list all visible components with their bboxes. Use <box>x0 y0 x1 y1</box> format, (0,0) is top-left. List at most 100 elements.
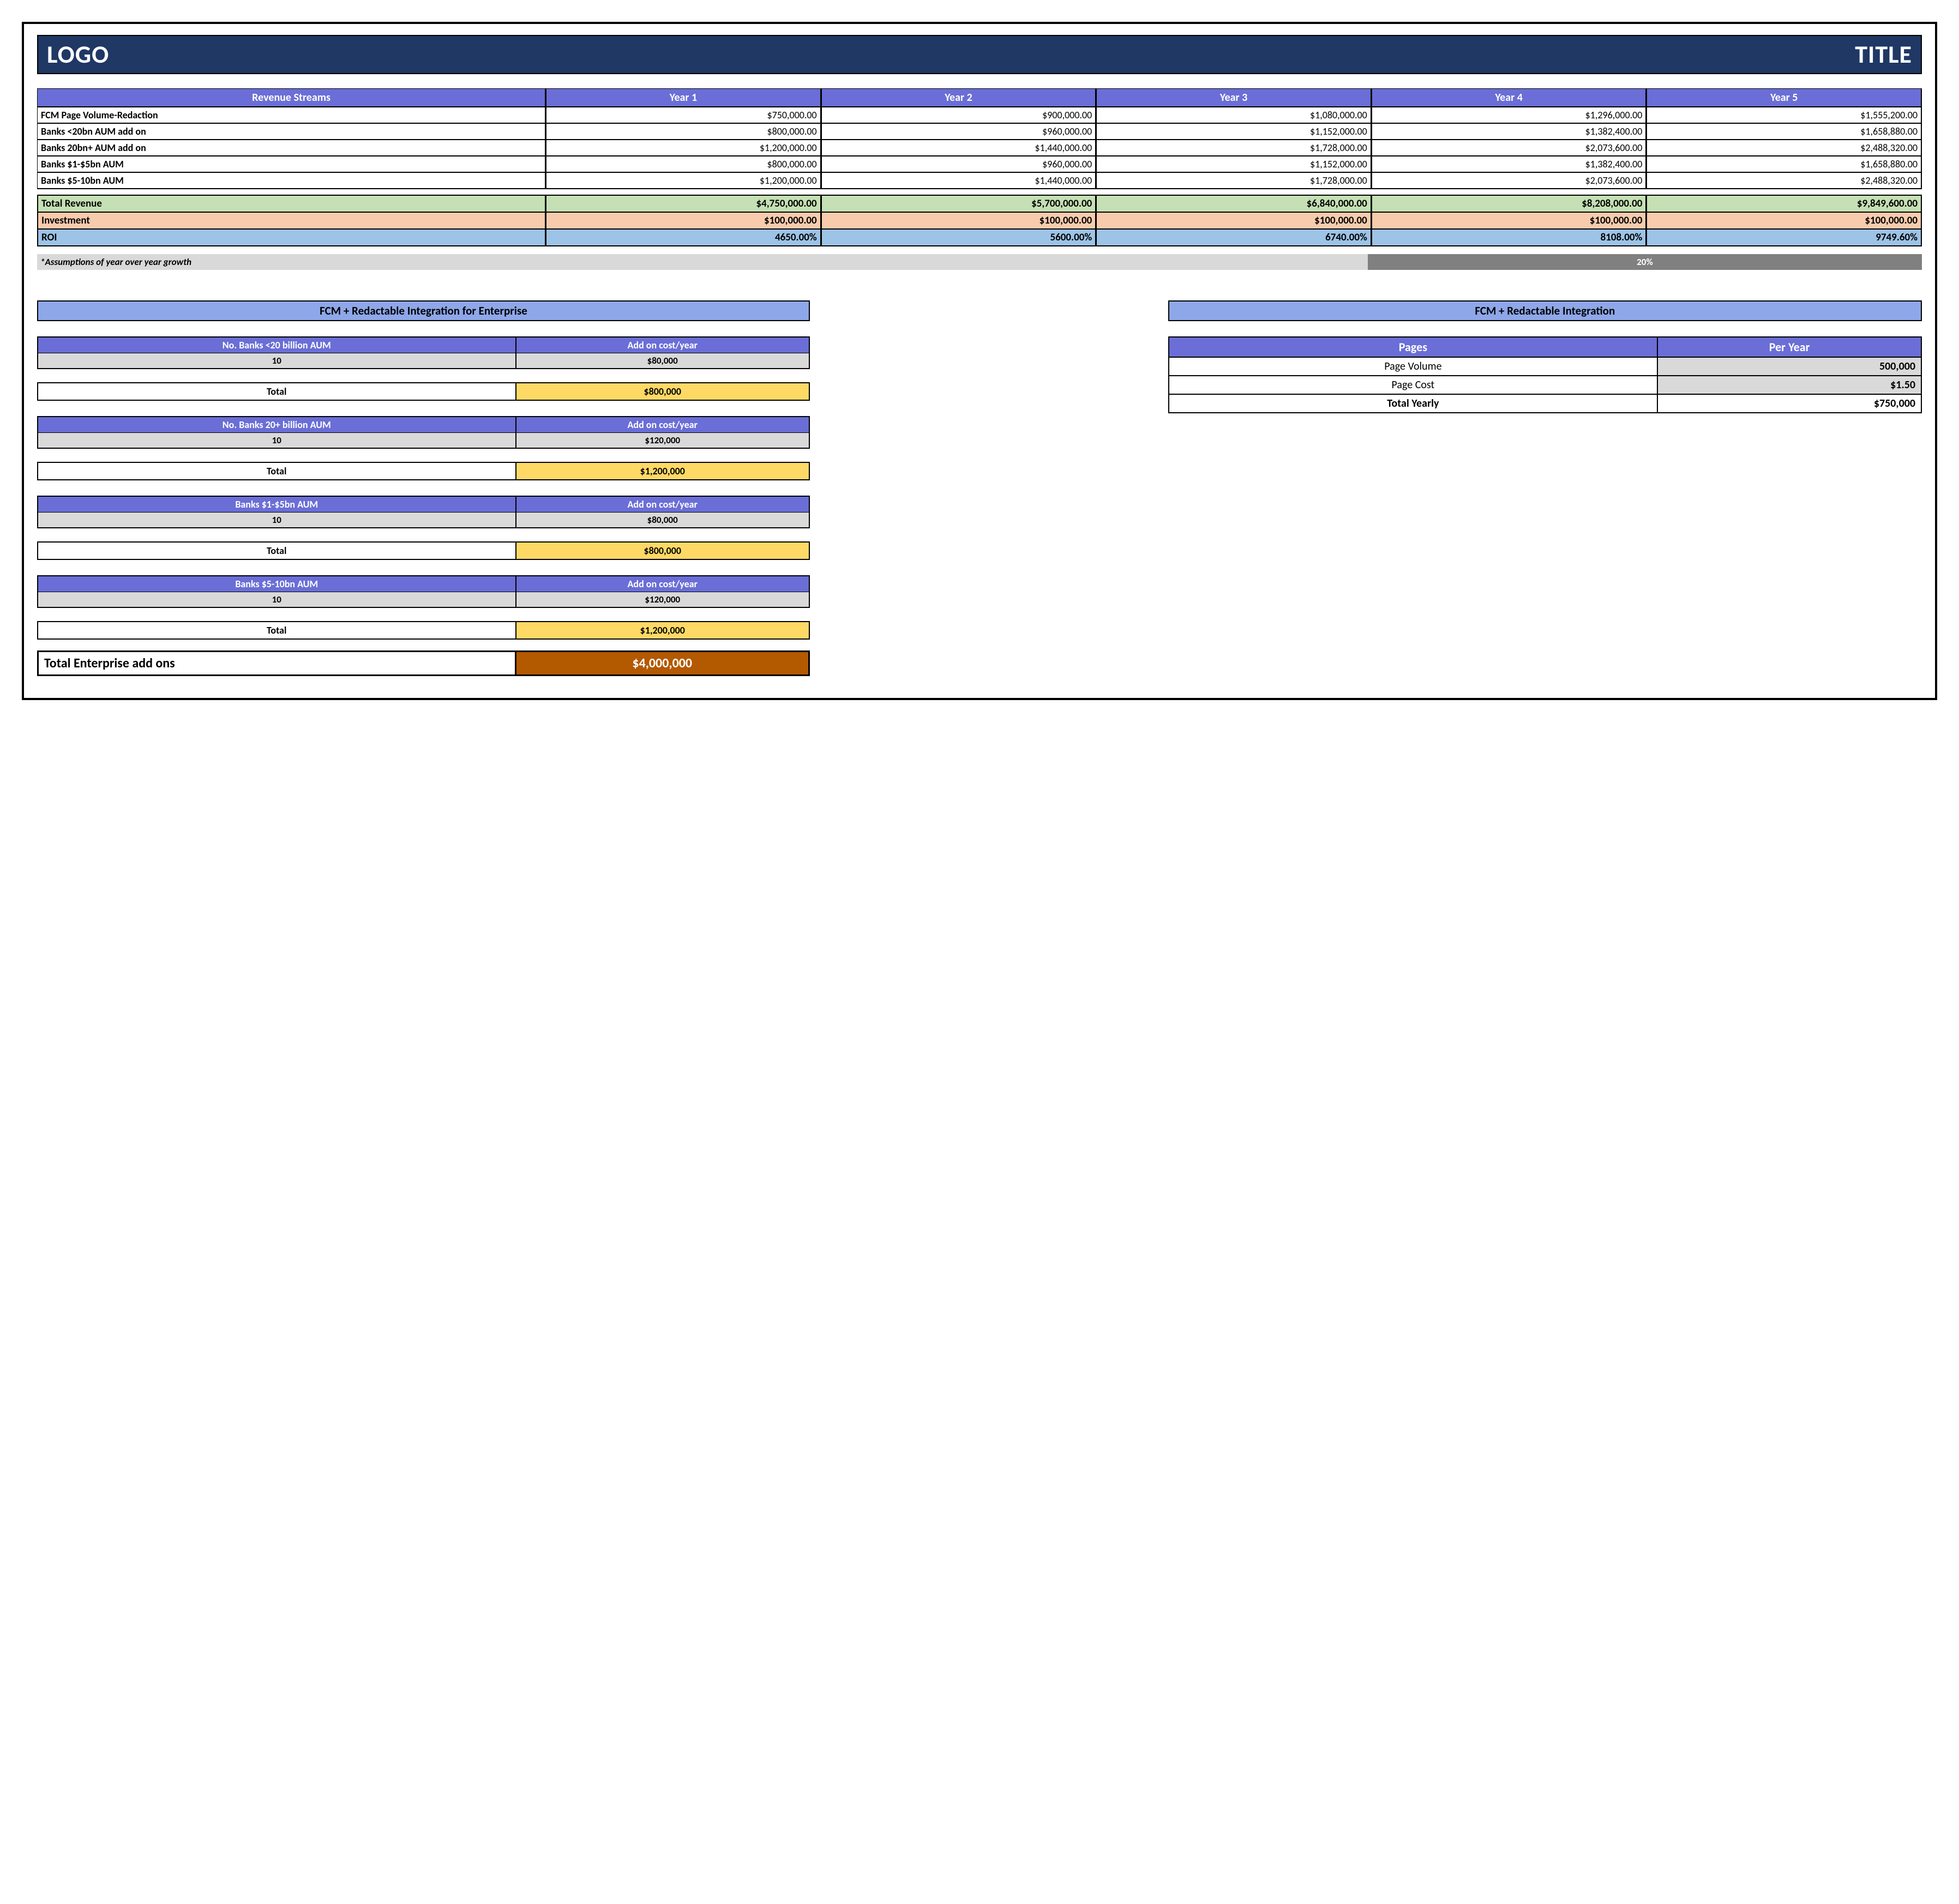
revenue-cell: $800,000.00 <box>546 123 821 140</box>
enterprise-grand-label: Total Enterprise add ons <box>37 650 516 676</box>
header-bar: LOGO TITLE <box>37 35 1922 74</box>
revenue-row-label: Banks $5-10bn AUM <box>37 172 546 189</box>
roi-y4: 8108.00% <box>1372 228 1647 246</box>
total-revenue-row: Total Revenue $4,750,000.00 $5,700,000.0… <box>37 195 1922 212</box>
revenue-row: Banks 20bn+ AUM add on$1,200,000.00$1,44… <box>37 140 1922 156</box>
page-cost-label: Page Cost <box>1168 376 1658 395</box>
revenue-row-label: Banks <20bn AUM add on <box>37 123 546 140</box>
revenue-cell: $1,555,200.00 <box>1646 107 1922 123</box>
roi-row: ROI 4650.00% 5600.00% 6740.00% 8108.00% … <box>37 228 1922 246</box>
enterprise-group: Banks $5-10bn AUMAdd on cost/year10$120,… <box>37 575 810 640</box>
enterprise-group-head1: Banks $5-10bn AUM <box>37 575 516 592</box>
enterprise-group-count: 10 <box>37 513 516 528</box>
roi-y2: 5600.00% <box>821 228 1097 246</box>
enterprise-group: Banks $1-$5bn AUMAdd on cost/year10$80,0… <box>37 496 810 560</box>
summary-table: Total Revenue $4,750,000.00 $5,700,000.0… <box>37 195 1922 246</box>
total-revenue-y3: $6,840,000.00 <box>1096 195 1372 212</box>
enterprise-group-head2: Add on cost/year <box>516 496 810 513</box>
revenue-cell: $1,658,880.00 <box>1646 123 1922 140</box>
total-revenue-y4: $8,208,000.00 <box>1372 195 1647 212</box>
enterprise-group-total: Total$1,200,000 <box>37 462 810 480</box>
revenue-cell: $2,073,600.00 <box>1372 172 1647 189</box>
total-revenue-y5: $9,849,600.00 <box>1646 195 1922 212</box>
revenue-cell: $960,000.00 <box>821 123 1097 140</box>
revenue-cell: $750,000.00 <box>546 107 821 123</box>
enterprise-group-total: Total$1,200,000 <box>37 621 810 640</box>
investment-row: Investment $100,000.00 $100,000.00 $100,… <box>37 212 1922 228</box>
investment-label: Investment <box>37 212 546 228</box>
revenue-cell: $1,152,000.00 <box>1096 123 1372 140</box>
page-volume-value: 500,000 <box>1658 358 1922 376</box>
enterprise-group-table: No. Banks 20+ billion AUMAdd on cost/yea… <box>37 416 810 449</box>
year-3-header: Year 3 <box>1096 88 1372 107</box>
roi-label: ROI <box>37 228 546 246</box>
enterprise-group-table: Banks $5-10bn AUMAdd on cost/year10$120,… <box>37 575 810 608</box>
enterprise-grand-total: Total Enterprise add ons $4,000,000 <box>37 650 810 676</box>
investment-y2: $100,000.00 <box>821 212 1097 228</box>
enterprise-group-head2: Add on cost/year <box>516 575 810 592</box>
revenue-header-row: Revenue Streams Year 1 Year 2 Year 3 Yea… <box>37 88 1922 107</box>
investment-y4: $100,000.00 <box>1372 212 1647 228</box>
enterprise-group-head2: Add on cost/year <box>516 416 810 433</box>
enterprise-group-total-label: Total <box>37 462 516 480</box>
revenue-cell: $960,000.00 <box>821 156 1097 172</box>
year-1-header: Year 1 <box>546 88 821 107</box>
integration-column: FCM + Redactable Integration Pages Per Y… <box>1168 300 1922 413</box>
integration-title: FCM + Redactable Integration <box>1168 300 1922 321</box>
revenue-cell: $1,152,000.00 <box>1096 156 1372 172</box>
enterprise-group-cost: $120,000 <box>516 592 810 608</box>
revenue-row: FCM Page Volume-Redaction$750,000.00$900… <box>37 107 1922 123</box>
enterprise-group-head1: Banks $1-$5bn AUM <box>37 496 516 513</box>
total-revenue-y2: $5,700,000.00 <box>821 195 1097 212</box>
enterprise-group-cost: $80,000 <box>516 353 810 369</box>
revenue-row-label: FCM Page Volume-Redaction <box>37 107 546 123</box>
enterprise-group-table: Banks $1-$5bn AUMAdd on cost/year10$80,0… <box>37 496 810 528</box>
enterprise-group: No. Banks <20 billion AUMAdd on cost/yea… <box>37 336 810 401</box>
revenue-cell: $1,440,000.00 <box>821 172 1097 189</box>
page-frame: LOGO TITLE Revenue Streams Year 1 Year 2… <box>22 22 1937 700</box>
total-revenue-y1: $4,750,000.00 <box>546 195 821 212</box>
revenue-cell: $1,728,000.00 <box>1096 140 1372 156</box>
revenue-row: Banks <20bn AUM add on$800,000.00$960,00… <box>37 123 1922 140</box>
investment-y1: $100,000.00 <box>546 212 821 228</box>
title-text: TITLE <box>1855 39 1912 70</box>
investment-y5: $100,000.00 <box>1646 212 1922 228</box>
assumption-text: *Assumptions of year over year growth <box>37 254 1368 270</box>
assumption-value: 20% <box>1368 254 1922 270</box>
enterprise-group: No. Banks 20+ billion AUMAdd on cost/yea… <box>37 416 810 480</box>
integration-table: Pages Per Year Page Volume 500,000 Page … <box>1168 336 1922 413</box>
year-5-header: Year 5 <box>1646 88 1922 107</box>
enterprise-group-total-label: Total <box>37 541 516 560</box>
enterprise-group-head1: No. Banks 20+ billion AUM <box>37 416 516 433</box>
revenue-cell: $2,073,600.00 <box>1372 140 1647 156</box>
revenue-row-label: Banks 20bn+ AUM add on <box>37 140 546 156</box>
enterprise-group-total-label: Total <box>37 621 516 640</box>
roi-y1: 4650.00% <box>546 228 821 246</box>
enterprise-group-count: 10 <box>37 592 516 608</box>
investment-y3: $100,000.00 <box>1096 212 1372 228</box>
roi-y3: 6740.00% <box>1096 228 1372 246</box>
roi-y5: 9749.60% <box>1646 228 1922 246</box>
revenue-header-label: Revenue Streams <box>37 88 546 107</box>
enterprise-title: FCM + Redactable Integration for Enterpr… <box>37 300 810 321</box>
revenue-cell: $2,488,320.00 <box>1646 172 1922 189</box>
revenue-cell: $1,658,880.00 <box>1646 156 1922 172</box>
revenue-table: Revenue Streams Year 1 Year 2 Year 3 Yea… <box>37 88 1922 189</box>
integration-total-row: Total Yearly $750,000 <box>1168 395 1922 413</box>
revenue-cell: $1,382,400.00 <box>1372 123 1647 140</box>
logo-text: LOGO <box>47 39 109 70</box>
year-2-header: Year 2 <box>821 88 1097 107</box>
revenue-row: Banks $1-$5bn AUM$800,000.00$960,000.00$… <box>37 156 1922 172</box>
integration-total-label: Total Yearly <box>1168 395 1658 413</box>
enterprise-group-count: 10 <box>37 433 516 449</box>
page-volume-label: Page Volume <box>1168 358 1658 376</box>
revenue-row-label: Banks $1-$5bn AUM <box>37 156 546 172</box>
revenue-cell: $2,488,320.00 <box>1646 140 1922 156</box>
enterprise-group-total-value: $1,200,000 <box>516 462 810 480</box>
integration-row: Page Cost $1.50 <box>1168 376 1922 395</box>
enterprise-group-total: Total$800,000 <box>37 382 810 401</box>
revenue-cell: $800,000.00 <box>546 156 821 172</box>
enterprise-group-total-value: $800,000 <box>516 382 810 401</box>
revenue-row: Banks $5-10bn AUM$1,200,000.00$1,440,000… <box>37 172 1922 189</box>
enterprise-group-head2: Add on cost/year <box>516 336 810 353</box>
